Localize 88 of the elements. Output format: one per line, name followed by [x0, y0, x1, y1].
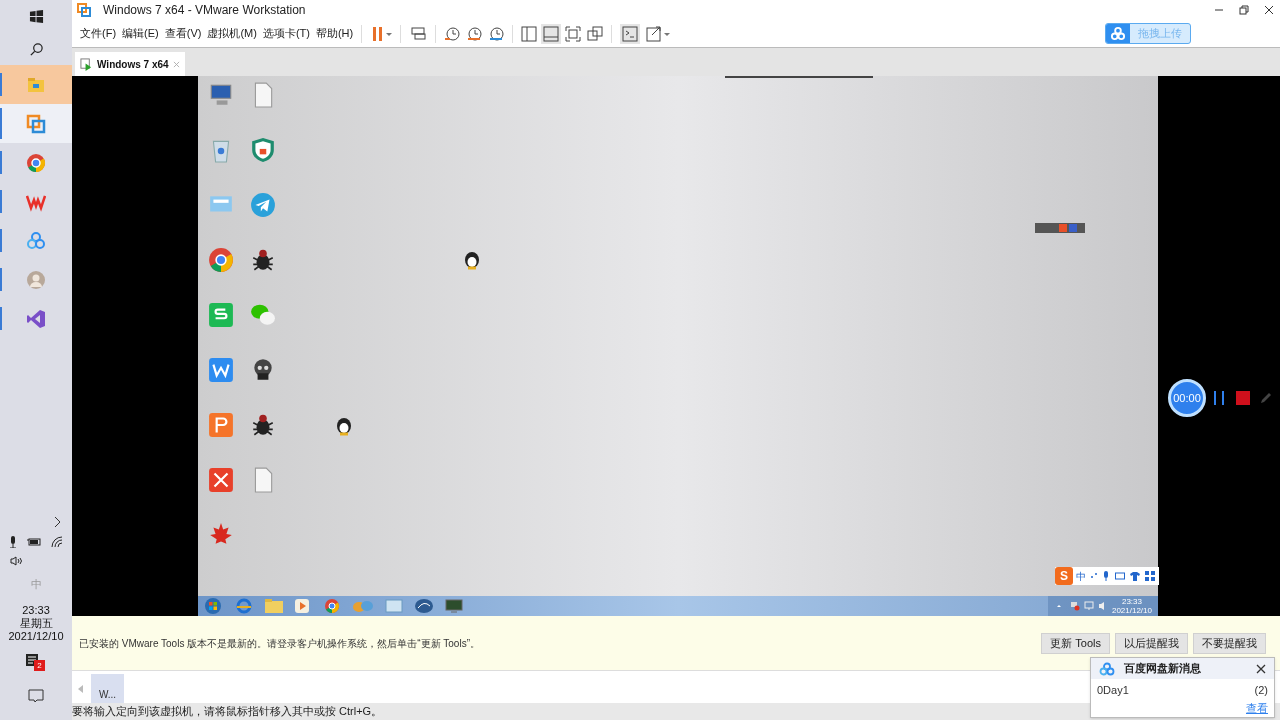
pause-icon[interactable] — [372, 25, 393, 42]
shield-icon[interactable] — [250, 137, 276, 163]
thumbnail-view-icon[interactable] — [541, 23, 562, 44]
avatar-icon — [26, 269, 46, 290]
browser-icon[interactable] — [236, 598, 252, 614]
action-center-icon[interactable] — [28, 689, 44, 703]
pause-icon[interactable] — [1213, 391, 1225, 405]
visual-studio-icon — [26, 308, 46, 329]
bug-icon[interactable] — [250, 412, 276, 438]
close-icon[interactable] — [1256, 663, 1266, 674]
start-icon[interactable] — [28, 9, 44, 24]
snapshot-manager-icon[interactable] — [488, 25, 505, 42]
telegram-icon[interactable] — [250, 192, 276, 218]
chat-icon[interactable] — [250, 302, 276, 328]
menu-item[interactable]: 帮助(H) — [313, 25, 356, 42]
vm-tab[interactable]: Windows 7 x64 — [75, 52, 185, 76]
vm-icon — [80, 57, 93, 71]
mindmap-icon[interactable] — [208, 467, 234, 493]
clock-time: 23:33 — [1121, 597, 1142, 606]
info-button[interactable]: 不要提醒我 — [1193, 632, 1266, 654]
restore-icon[interactable] — [1239, 5, 1249, 15]
volume-icon[interactable] — [10, 555, 24, 566]
vmware-logo-icon — [77, 3, 91, 17]
battery-icon[interactable] — [27, 536, 41, 547]
wifi-icon[interactable] — [51, 535, 63, 548]
vmware-icon — [26, 113, 46, 134]
flag-icon[interactable] — [1069, 601, 1080, 611]
taskbar-app[interactable] — [0, 104, 72, 143]
microphone-icon[interactable] — [9, 535, 17, 548]
start-orb-icon[interactable] — [204, 597, 222, 615]
search-icon[interactable] — [28, 42, 44, 57]
fullscreen-icon[interactable] — [565, 25, 582, 42]
cloud-icon — [1106, 24, 1130, 43]
snapshot-icon[interactable] — [444, 25, 461, 42]
pen-icon[interactable] — [1259, 391, 1273, 405]
info-button[interactable]: 以后提醒我 — [1115, 632, 1188, 654]
revert-snapshot-icon[interactable] — [466, 25, 483, 42]
toolbar-handle[interactable] — [725, 76, 873, 78]
chrome-icon[interactable] — [324, 598, 340, 614]
popup-title: 百度网盘新消息 — [1124, 661, 1201, 677]
chevron-icon[interactable] — [54, 515, 62, 528]
clock-date: 2021/12/10 — [1111, 606, 1152, 615]
status-message: 要将输入定向到该虚拟机，请将鼠标指针移入其中或按 Ctrl+G。 — [72, 704, 383, 720]
send-keys-icon[interactable] — [411, 25, 428, 42]
clock-day[interactable]: 星期五 — [19, 617, 53, 630]
menu-item[interactable]: 查看(V) — [162, 25, 204, 42]
caret-icon[interactable] — [1055, 603, 1062, 609]
clock-date[interactable]: 2021/12/10 — [8, 630, 64, 643]
menu-item[interactable]: 选项卡(T) — [260, 25, 312, 42]
window-title: Windows 7 x64 - VMware Workstation — [103, 2, 306, 19]
computer-icon[interactable] — [208, 82, 234, 108]
notification-badge: 2 — [34, 660, 45, 671]
keyboard-icon[interactable] — [1115, 571, 1125, 581]
console-icon[interactable] — [620, 23, 641, 44]
app-icon[interactable] — [414, 598, 434, 614]
cloud-icon — [1099, 661, 1115, 676]
message-count: (2) — [1254, 683, 1268, 698]
vm-thumbnail[interactable]: W... — [91, 674, 124, 703]
info-message: 已安装的 VMware Tools 版本不是最新的。请登录客户机操作系统，然后单击“更新 Tools”。 — [79, 636, 480, 651]
spreadsheet-icon[interactable] — [208, 302, 234, 328]
document-icon[interactable] — [208, 357, 234, 383]
shirt-icon[interactable] — [1130, 571, 1140, 581]
grid-icon[interactable] — [1145, 571, 1155, 581]
sidebar-view-icon[interactable] — [521, 25, 538, 42]
monitor-icon[interactable] — [444, 598, 464, 614]
close-icon[interactable] — [1264, 5, 1274, 15]
menu-item[interactable]: 文件(F) — [78, 25, 119, 42]
taskbar-app[interactable] — [0, 65, 72, 104]
view-link[interactable]: 查看 — [1246, 699, 1268, 716]
message-source: 0Day1 — [1097, 683, 1129, 698]
chrome-icon[interactable] — [208, 247, 234, 273]
punctuation-icon[interactable] — [1090, 571, 1098, 581]
stretch-icon[interactable] — [646, 24, 671, 43]
media-player-icon[interactable] — [294, 598, 310, 614]
toolbar-drawing — [1035, 223, 1085, 233]
ime-logo: S — [1055, 567, 1073, 585]
menu-item[interactable]: 虚拟机(M) — [205, 25, 259, 42]
cloud-icon — [26, 230, 46, 251]
chrome-icon — [26, 152, 46, 173]
microphone-icon[interactable] — [1102, 571, 1110, 581]
menu-item[interactable]: 编辑(E) — [120, 25, 161, 42]
ime-mode[interactable]: 中 — [1076, 568, 1086, 584]
slides-icon[interactable] — [208, 412, 234, 438]
clock-time[interactable]: 23:33 — [22, 604, 50, 617]
unity-view-icon[interactable] — [587, 25, 604, 42]
bug-icon[interactable] — [250, 247, 276, 273]
info-button[interactable]: 更新 Tools — [1041, 632, 1110, 654]
network-icon[interactable] — [1083, 601, 1094, 611]
